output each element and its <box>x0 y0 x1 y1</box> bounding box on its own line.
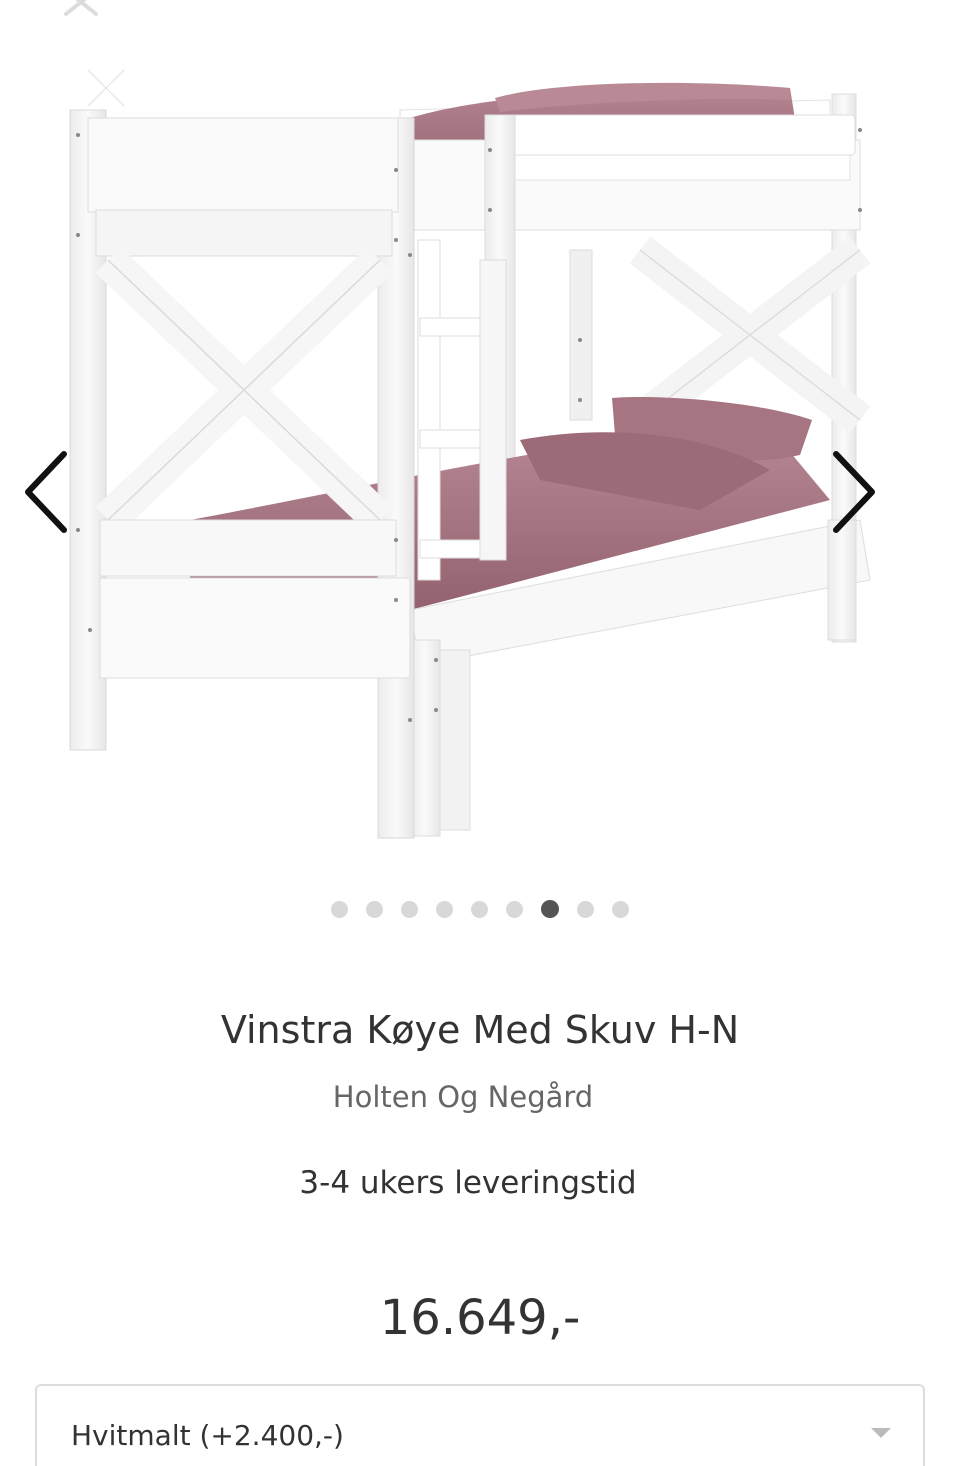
product-image-gallery[interactable] <box>0 0 960 880</box>
caret-down-icon <box>871 1428 891 1438</box>
gallery-dot[interactable] <box>366 900 383 918</box>
gallery-dot[interactable] <box>612 900 629 918</box>
product-brand-link[interactable]: Holten Og Negård <box>0 1080 926 1114</box>
gallery-dot[interactable] <box>506 900 523 918</box>
product-title: Vinstra Køye Med Skuv H-N <box>220 1008 740 1052</box>
product-price: 16.649,- <box>379 1290 581 1346</box>
gallery-dot-active[interactable] <box>541 900 559 918</box>
gallery-dot[interactable] <box>436 900 453 918</box>
chevron-left-icon[interactable] <box>14 442 74 542</box>
variant-selected-value: Hvitmalt (+2.400,-) <box>71 1419 344 1452</box>
close-icon-ghost <box>64 0 98 16</box>
gallery-dot[interactable] <box>471 900 488 918</box>
close-icon[interactable] <box>80 62 132 114</box>
gallery-dot[interactable] <box>331 900 348 918</box>
gallery-pagination <box>0 898 960 920</box>
delivery-time: 3-4 ukers leveringstid <box>299 1165 637 1201</box>
gallery-dot[interactable] <box>401 900 418 918</box>
gallery-dot[interactable] <box>577 900 594 918</box>
variant-select[interactable]: Hvitmalt (+2.400,-) <box>35 1384 925 1466</box>
chevron-right-icon[interactable] <box>826 442 886 542</box>
product-image <box>69 82 871 839</box>
